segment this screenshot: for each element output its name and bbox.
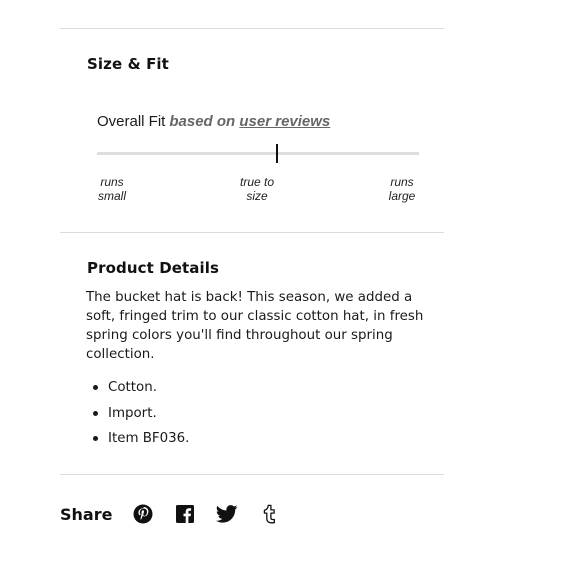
twitter-icon[interactable] [216,503,238,525]
divider-top [60,28,444,29]
facebook-icon[interactable] [174,503,196,525]
fit-scale-track [97,152,419,155]
divider-bottom [60,474,444,475]
share-bar: Share [60,503,300,525]
list-item: Cotton. [92,378,189,404]
size-fit-title: Size & Fit [87,55,169,73]
product-description: The bucket hat is back! This season, we … [86,290,424,362]
share-label: Share [60,504,113,524]
bullet-dot [93,385,98,390]
user-reviews-link[interactable]: user reviews [239,113,330,130]
bullet-dot [93,410,98,416]
based-on-text: based on [169,113,236,130]
fit-label-runs-large: runs large [388,175,416,203]
divider-middle [60,232,444,233]
fit-scale-marker [276,144,279,163]
pinterest-icon[interactable] [132,503,154,525]
overall-fit-row: Overall Fit based on user reviews [97,113,330,130]
overall-fit-label: Overall Fit [97,113,166,130]
fit-label-true-to-size: true to size [239,175,275,203]
tumblr-icon[interactable] [258,503,280,525]
bullet-dot [93,436,98,441]
product-details-title: Product Details [87,259,220,277]
list-item: Import. [92,404,189,430]
fit-label-runs-small: runs small [97,175,126,203]
product-info-panel: Size & Fit Overall Fit based on user revi… [0,0,580,580]
product-details-list: Cotton. Import. Item BF036. [92,378,189,455]
list-item: Item BF036. [92,429,189,455]
